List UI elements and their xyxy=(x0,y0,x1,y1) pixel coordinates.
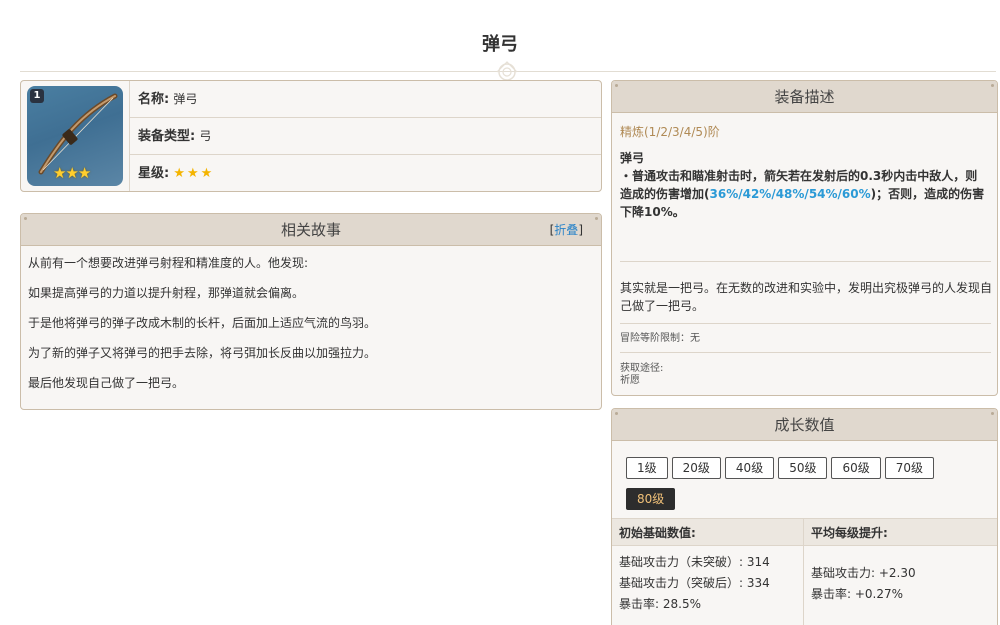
refine-levels: 精炼(1/2/3/4/5)阶 xyxy=(620,125,720,139)
story-text: 从前有一个想要改进弹弓射程和精准度的人。他发现: 如果提高弹弓的力道以提升射程，… xyxy=(21,246,601,398)
collapse-button[interactable]: [折叠] xyxy=(550,214,583,246)
type-row: 装备类型: 弓 xyxy=(130,118,601,155)
story-paragraph: 从前有一个想要改进弹弓射程和精准度的人。他发现: xyxy=(28,256,309,270)
stats-table: 初始基础数值: 基础攻击力（未突破）: 314 基础攻击力（突破后）: 334 … xyxy=(612,518,997,625)
image-rarity-stars: ★★★ xyxy=(53,164,91,182)
source-value: 祈愿 xyxy=(620,375,640,386)
story-paragraph: 于是他将弹弓的弹子改成木制的长杆，后面加上适应气流的鸟羽。 xyxy=(28,316,377,330)
skill-name: 弹弓 xyxy=(620,151,645,165)
level-button-70[interactable]: 70级 xyxy=(884,457,935,479)
base-stats-column: 初始基础数值: 基础攻击力（未突破）: 314 基础攻击力（突破后）: 334 … xyxy=(612,518,804,625)
lore-text: 其实就是一把弓。在无数的改进和实验中，发明出究极弹弓的人发现自己做了一把弓。 xyxy=(620,281,993,313)
story-paragraph: 为了新的弹子又将弹弓的把手去除，将弓弭加长反曲以加强拉力。 xyxy=(28,346,377,360)
level-selector: 1级 20级 40级 50级 60级 70级 80级 xyxy=(626,457,986,519)
name-row: 名称: 弹弓 xyxy=(130,81,601,118)
story-header: 相关故事 [折叠] xyxy=(21,214,601,246)
story-panel: 相关故事 [折叠] 从前有一个想要改进弹弓射程和精准度的人。他发现: 如果提高弹… xyxy=(20,213,602,410)
description-panel: 装备描述 精炼(1/2/3/4/5)阶 弹弓 ・普通攻击和瞄准射击时，箭矢若在发… xyxy=(611,80,998,396)
refine-badge: 1 xyxy=(30,89,44,103)
level-button-60[interactable]: 60级 xyxy=(831,457,881,479)
growth-header: 成长数值 xyxy=(612,409,997,441)
skill-values-highlight: 36%/42%/48%/54%/60% xyxy=(709,187,871,201)
per-level-header: 平均每级提升: xyxy=(804,518,997,546)
source-label: 获取途径: xyxy=(620,363,664,374)
skill-text: ・普通攻击和瞄准射击时，箭矢若在发射后的0.3秒内击中敌人，则造成的伤害增加(3… xyxy=(620,169,985,219)
type-label: 装备类型: xyxy=(138,129,196,144)
description-title: 装备描述 xyxy=(774,88,835,106)
weapon-image: 1 ★★★ xyxy=(27,86,123,186)
per-level-column: 平均每级提升: 基础攻击力: +2.30 暴击率: +0.27% xyxy=(804,518,997,625)
name-label: 名称: xyxy=(138,92,170,107)
divider xyxy=(620,323,991,324)
base-atk-pre: 基础攻击力（未突破）: 314 xyxy=(619,555,770,569)
inc-atk: 基础攻击力: +2.30 xyxy=(811,566,916,580)
level-button-50[interactable]: 50级 xyxy=(778,457,828,479)
name-value: 弹弓 xyxy=(173,92,198,106)
base-atk-post: 基础攻击力（突破后）: 334 xyxy=(619,576,770,590)
growth-panel: 成长数值 1级 20级 40级 50级 60级 70级 80级 初始基础数值: 基础攻击力（… xyxy=(611,408,998,625)
rarity-label: 星级: xyxy=(138,166,170,181)
skill-description: 弹弓 ・普通攻击和瞄准射击时，箭矢若在发射后的0.3秒内击中敌人，则造成的伤害增… xyxy=(612,143,997,221)
level-button-80[interactable]: 80级 xyxy=(626,488,676,510)
story-title: 相关故事 xyxy=(280,221,341,239)
growth-title: 成长数值 xyxy=(774,416,835,434)
base-stats-header: 初始基础数值: xyxy=(612,518,803,546)
description-header: 装备描述 xyxy=(612,81,997,113)
story-paragraph: 如果提高弹弓的力道以提升射程，那弹道就会偏离。 xyxy=(28,286,305,300)
inc-crit: 暴击率: +0.27% xyxy=(811,587,904,601)
emblem-icon xyxy=(496,61,518,80)
rarity-stars: ★★★ xyxy=(173,166,215,181)
page-title: 弹弓 xyxy=(482,34,518,55)
rarity-row: 星级: ★★★ xyxy=(130,155,601,191)
type-value: 弓 xyxy=(199,129,212,143)
divider xyxy=(620,352,991,353)
level-button-20[interactable]: 20级 xyxy=(671,457,721,479)
base-crit: 暴击率: 28.5% xyxy=(619,597,701,611)
weapon-info-panel: 1 ★★★ 名称: 弹弓 装备类型: 弓 星级: ★★★ xyxy=(20,80,602,192)
collapse-label[interactable]: 折叠 xyxy=(554,223,578,237)
level-button-1[interactable]: 1级 xyxy=(626,457,668,479)
level-button-40[interactable]: 40级 xyxy=(724,457,775,479)
story-paragraph: 最后他发现自己做了一把弓。 xyxy=(28,376,185,390)
level-limit: 冒险等阶限制：无 xyxy=(620,333,700,344)
divider xyxy=(620,261,991,262)
